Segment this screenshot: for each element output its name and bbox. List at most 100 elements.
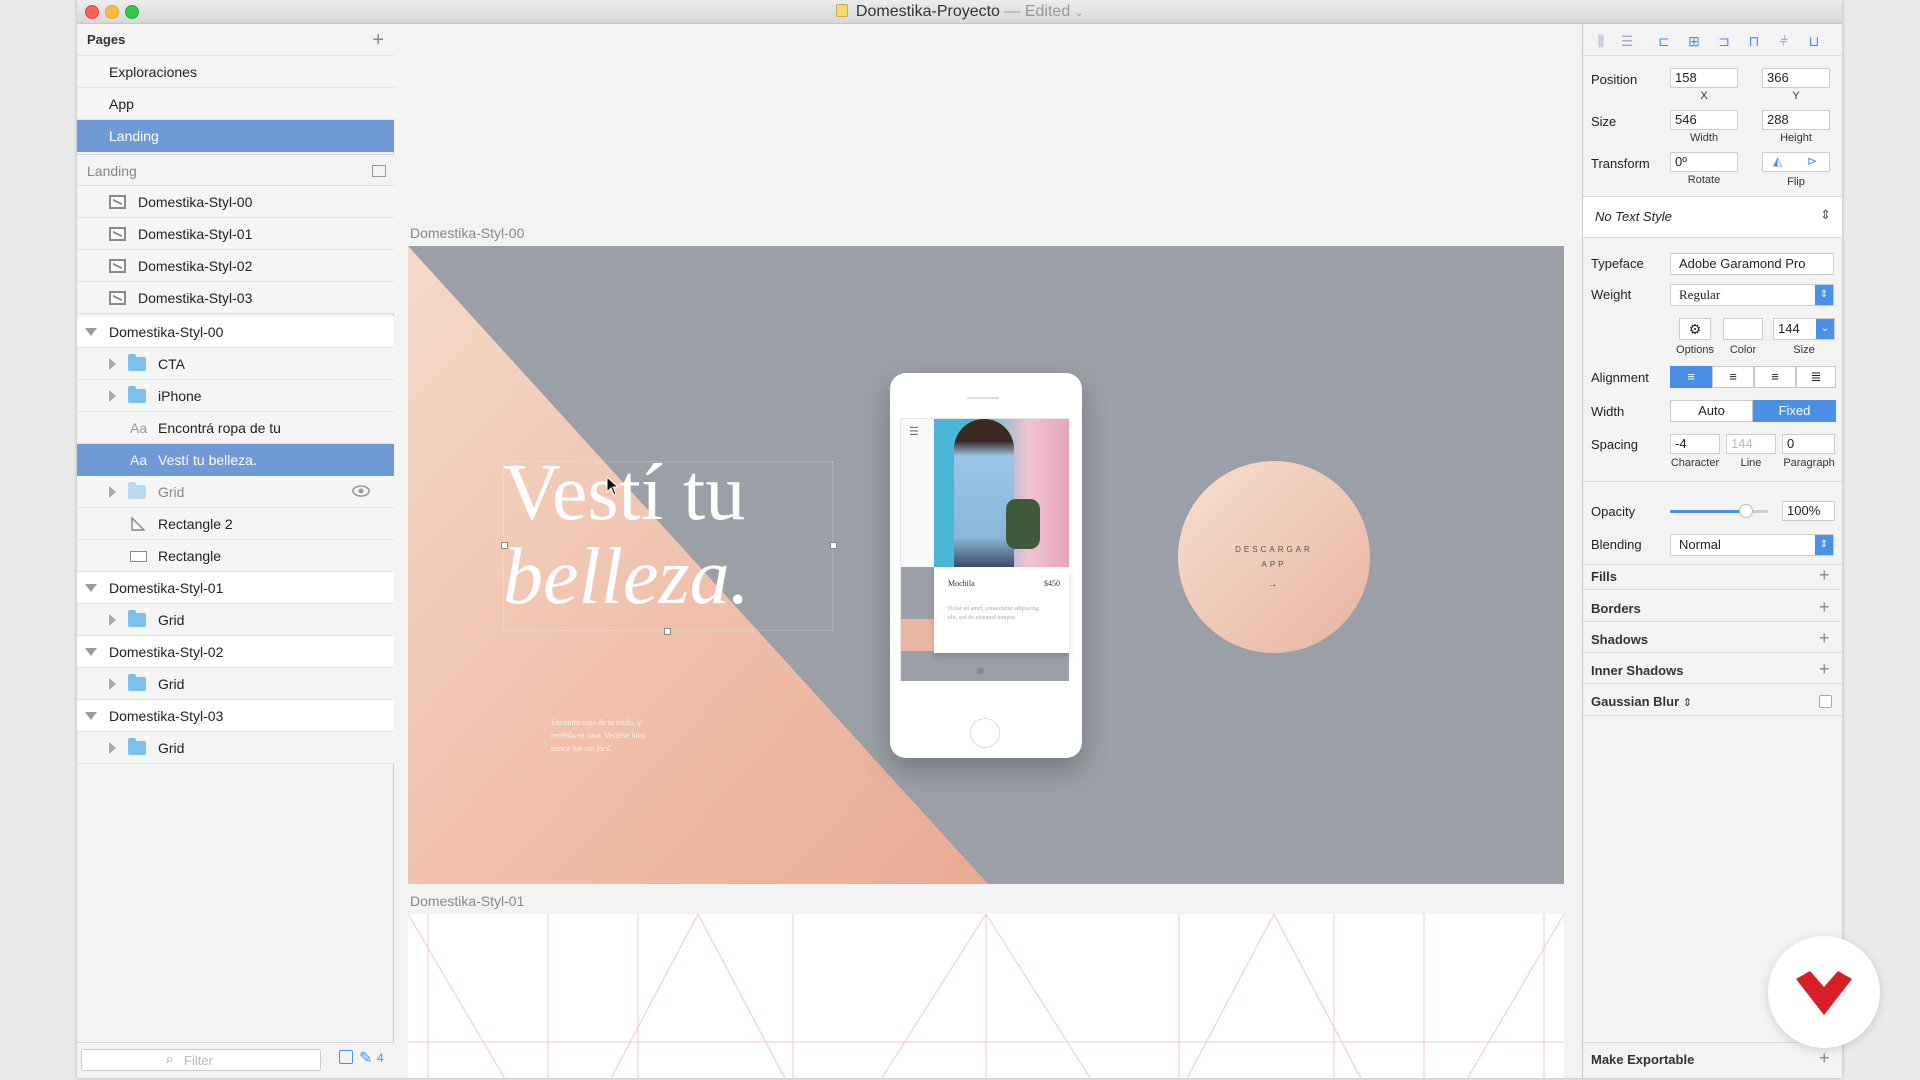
disclosure-down-icon[interactable] xyxy=(85,584,97,592)
blending-select[interactable]: Normal ⇕ xyxy=(1670,534,1834,556)
artboard-title[interactable]: Domestika-Styl-01 xyxy=(410,893,524,909)
layer-group-row[interactable]: Domestika-Styl-02 xyxy=(77,636,394,668)
height-field[interactable]: 288 xyxy=(1762,110,1830,130)
artboard-item[interactable]: Domestika-Styl-01 xyxy=(77,218,394,250)
eye-icon[interactable] xyxy=(352,484,370,498)
character-spacing-field[interactable]: -4 xyxy=(1670,434,1720,454)
align-right-icon[interactable]: ⊐ xyxy=(1716,33,1732,49)
add-inner-shadow-icon[interactable]: + xyxy=(1819,660,1830,678)
headline-text[interactable]: Vestí tu belleza. xyxy=(503,451,750,619)
add-shadow-icon[interactable]: + xyxy=(1819,629,1830,647)
layer-row[interactable]: Rectangle 2 xyxy=(77,508,394,540)
layer-row[interactable]: Grid xyxy=(77,668,394,700)
align-left-icon[interactable]: ⊏ xyxy=(1656,33,1672,49)
close-window-button[interactable] xyxy=(85,5,99,19)
layer-group-row[interactable]: Domestika-Styl-00 xyxy=(77,316,394,348)
align-center-horizontal-icon[interactable]: ⊞ xyxy=(1686,33,1702,49)
layer-row-selected[interactable]: Aa Vestí tu belleza. xyxy=(77,444,394,476)
y-field[interactable]: 366 xyxy=(1762,68,1830,88)
page-item[interactable]: Exploraciones xyxy=(77,56,394,88)
disclosure-right-icon[interactable] xyxy=(109,390,116,402)
minimize-window-button[interactable] xyxy=(105,5,119,19)
distribute-horizontal-icon[interactable]: ⫼ xyxy=(1593,33,1609,49)
resize-handle[interactable] xyxy=(664,628,671,635)
align-middle-vertical-icon[interactable]: ⫩ xyxy=(1776,33,1792,49)
align-bottom-icon[interactable]: ⊔ xyxy=(1806,33,1822,49)
opacity-slider[interactable] xyxy=(1670,501,1768,521)
edited-status[interactable]: Edited xyxy=(1025,3,1070,20)
page-item-selected[interactable]: Landing xyxy=(77,120,394,152)
gaussian-blur-checkbox[interactable] xyxy=(1819,695,1832,708)
layer-row[interactable]: iPhone xyxy=(77,380,394,412)
canvas[interactable]: Domestika-Styl-00 Vestí tu belleza. Enco… xyxy=(395,24,1659,1078)
align-text-right-button[interactable]: ≡ xyxy=(1754,366,1796,388)
artboard-item[interactable]: Domestika-Styl-00 xyxy=(77,186,394,218)
gear-icon[interactable]: ⚙ xyxy=(1679,318,1711,340)
width-fixed-button[interactable]: Fixed xyxy=(1753,400,1836,422)
line-spacing-field[interactable]: 144 xyxy=(1726,434,1776,454)
disclosure-down-icon[interactable] xyxy=(85,712,97,720)
flip-horizontal-icon[interactable]: ◭ xyxy=(1773,154,1782,168)
make-exportable-label[interactable]: Make Exportable xyxy=(1591,1052,1694,1067)
disclosure-down-icon[interactable] xyxy=(85,648,97,656)
text-color-swatch[interactable] xyxy=(1723,318,1763,340)
layer-row[interactable]: Aa Encontrá ropa de tu xyxy=(77,412,394,444)
shadows-header[interactable]: Shadows xyxy=(1591,632,1648,647)
rotate-field[interactable]: 0º xyxy=(1670,152,1738,172)
width-auto-button[interactable]: Auto xyxy=(1670,400,1753,422)
pencil-icon[interactable]: ✎ xyxy=(359,1048,372,1068)
align-text-justify-button[interactable]: ≣ xyxy=(1796,366,1836,388)
layer-row[interactable]: CTA xyxy=(77,348,394,380)
add-fill-icon[interactable]: + xyxy=(1819,566,1830,584)
align-text-center-button[interactable]: ≡ xyxy=(1712,366,1754,388)
chevron-down-icon[interactable]: ⌄ xyxy=(1075,8,1083,19)
artboard-title[interactable]: Domestika-Styl-00 xyxy=(410,225,524,241)
align-text-left-button[interactable]: ≡ xyxy=(1670,366,1712,388)
chevron-down-icon[interactable]: ⌄ xyxy=(1816,319,1834,339)
align-top-icon[interactable]: ⊓ xyxy=(1746,33,1762,49)
disclosure-right-icon[interactable] xyxy=(109,486,116,498)
layer-row[interactable]: Grid xyxy=(77,732,394,764)
distribute-vertical-icon[interactable]: ☰ xyxy=(1619,33,1635,49)
artboard-item[interactable]: Domestika-Styl-03 xyxy=(77,282,394,314)
width-field[interactable]: 546 xyxy=(1670,110,1738,130)
collapse-layers-icon[interactable] xyxy=(372,165,386,177)
resize-handle[interactable] xyxy=(830,542,837,549)
opacity-slider-knob[interactable] xyxy=(1739,504,1754,518)
flip-vertical-icon[interactable]: ⊳ xyxy=(1807,154,1817,168)
layer-row[interactable]: Grid xyxy=(77,604,394,636)
iphone-mockup[interactable]: ☰ 🛒 Mochila $450 Dolor sit amet, consect… xyxy=(890,373,1082,758)
fills-header[interactable]: Fills xyxy=(1591,569,1617,584)
layer-group-row[interactable]: Domestika-Styl-01 xyxy=(77,572,394,604)
gaussian-blur-header[interactable]: Gaussian Blur ⇕ xyxy=(1591,694,1692,709)
borders-header[interactable]: Borders xyxy=(1591,601,1641,616)
disclosure-right-icon[interactable] xyxy=(109,678,116,690)
artboard-item[interactable]: Domestika-Styl-02 xyxy=(77,250,394,282)
download-app-cta[interactable]: DESCARGAR APP → xyxy=(1178,461,1370,653)
opacity-field[interactable]: 100% xyxy=(1782,501,1835,521)
inner-shadows-header[interactable]: Inner Shadows xyxy=(1591,663,1683,678)
add-page-icon[interactable]: + xyxy=(372,24,384,56)
zoom-window-button[interactable] xyxy=(125,5,139,19)
typeface-select[interactable]: Adobe Garamond Pro xyxy=(1670,253,1834,275)
body-copy[interactable]: Encontrá ropa de tu estilo, y recibila e… xyxy=(551,716,666,755)
filter-input[interactable]: ⌕ Filter xyxy=(81,1049,321,1071)
disclosure-right-icon[interactable] xyxy=(109,742,116,754)
layer-row[interactable]: Rectangle xyxy=(77,540,394,572)
paragraph-spacing-field[interactable]: 0 xyxy=(1782,434,1835,454)
text-style-select[interactable]: No Text Style ⇕ xyxy=(1583,197,1842,237)
weight-select[interactable]: Regular ⇕ xyxy=(1670,284,1834,306)
disclosure-right-icon[interactable] xyxy=(109,358,116,370)
disclosure-down-icon[interactable] xyxy=(85,328,97,336)
add-border-icon[interactable]: + xyxy=(1819,598,1830,616)
layer-row[interactable]: Grid xyxy=(77,476,394,508)
artboard-styl-00[interactable]: Vestí tu belleza. Encontrá ropa de tu es… xyxy=(408,246,1564,884)
layer-group-row[interactable]: Domestika-Styl-03 xyxy=(77,700,394,732)
x-field[interactable]: 158 xyxy=(1670,68,1738,88)
page-item[interactable]: App xyxy=(77,88,394,120)
artboard-styl-01[interactable] xyxy=(408,914,1564,1078)
add-export-icon[interactable]: + xyxy=(1819,1049,1830,1067)
disclosure-right-icon[interactable] xyxy=(109,614,116,626)
artboards-filter-icon[interactable] xyxy=(339,1050,353,1064)
font-size-field[interactable]: 144 ⌄ xyxy=(1773,318,1835,340)
